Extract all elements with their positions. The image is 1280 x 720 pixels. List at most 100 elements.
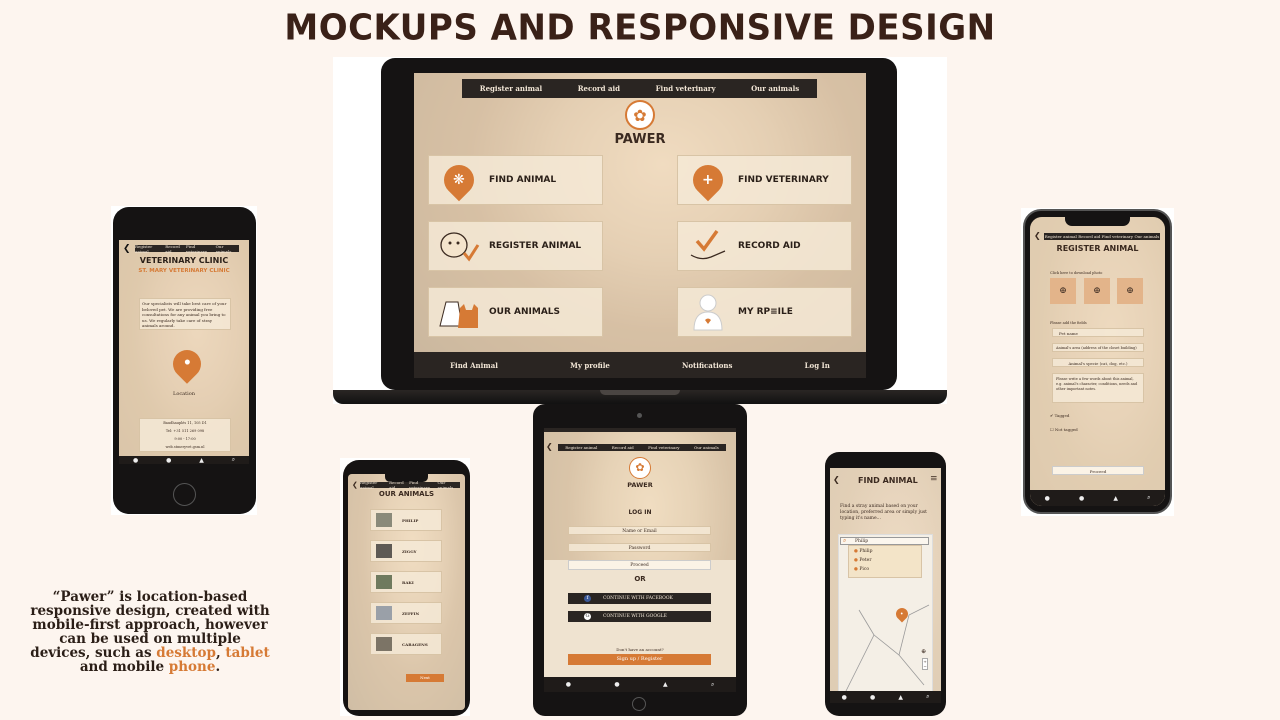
- bell-icon[interactable]: ▲: [663, 681, 668, 688]
- list-item[interactable]: ● Peter: [854, 556, 873, 565]
- card-record-aid[interactable]: RECORD AID: [677, 221, 852, 271]
- register-bottom-nav: ● ● ▲ ⌕: [1030, 490, 1165, 506]
- area-field[interactable]: Animal's area (address of the closet bui…: [1052, 343, 1144, 352]
- notch: [1065, 217, 1130, 226]
- profile-icon[interactable]: ●: [870, 694, 875, 701]
- login-title: LOG IN: [628, 509, 652, 516]
- card-our-animals[interactable]: OUR ANIMALS: [428, 287, 603, 337]
- list-item[interactable]: ● Pico: [854, 565, 873, 574]
- not-tagged-option[interactable]: ☐ Not tagged: [1050, 427, 1078, 432]
- nav-our-animals[interactable]: Our animals: [751, 84, 799, 93]
- nav-notifications[interactable]: Notifications: [682, 361, 732, 370]
- signup-button[interactable]: Sign up / Register: [568, 654, 711, 665]
- menu-icon[interactable]: ≡: [930, 474, 938, 484]
- tablet-nav: Register animal Record aid Find veterinary…: [558, 444, 726, 451]
- facebook-icon: f: [584, 595, 591, 602]
- map-pin-icon[interactable]: ●: [1045, 495, 1050, 502]
- map-pin-icon[interactable]: ●: [566, 681, 571, 688]
- back-arrow-icon[interactable]: ❮: [833, 475, 840, 484]
- back-arrow-icon[interactable]: ❮: [546, 442, 553, 451]
- bell-icon[interactable]: ▲: [1113, 495, 1118, 502]
- bell-icon[interactable]: ▲: [199, 457, 204, 464]
- location-label: Location: [173, 391, 195, 397]
- search-icon[interactable]: ⌕: [232, 456, 235, 464]
- profile-icon: [693, 294, 723, 331]
- home-button[interactable]: [173, 483, 196, 506]
- clinic-subtitle: ST. MARY VETERINARY CLINIC: [138, 268, 230, 274]
- clinic-address: Baudhauplés 11, 105 D1 Tel: +31 511 269 …: [139, 418, 231, 452]
- nav-log-in[interactable]: Log In: [805, 361, 830, 370]
- search-input[interactable]: Philip: [840, 537, 929, 545]
- find-title: FIND ANIMAL: [858, 476, 918, 485]
- list-item[interactable]: PHILIP: [370, 509, 442, 531]
- animals-nav: Register animal Record aid Find veterinary…: [360, 480, 460, 490]
- fill-hint: Please add the fields: [1050, 321, 1087, 325]
- add-photo-button[interactable]: ⊕: [1084, 278, 1110, 304]
- list-item[interactable]: CARAGENS: [370, 633, 442, 655]
- nav-register-animal[interactable]: Register animal: [480, 84, 542, 93]
- no-account-text: Don't have an account?: [616, 647, 664, 652]
- card-my-profile[interactable]: MY RP≡ILE: [677, 287, 852, 337]
- search-icon[interactable]: ⌕: [1147, 494, 1150, 502]
- specie-field[interactable]: Animal's specie (cat, dog, etc.): [1052, 358, 1144, 367]
- card-find-veterinary[interactable]: + FIND VETERINARY: [677, 155, 852, 205]
- caption-text: “Pawer” is location-based responsive des…: [30, 589, 270, 675]
- back-arrow-icon[interactable]: ❮: [1034, 231, 1041, 240]
- nav-record-aid[interactable]: Record aid: [578, 84, 620, 93]
- back-arrow-icon[interactable]: ❮: [352, 481, 358, 489]
- card-register-animal[interactable]: REGISTER ANIMAL: [428, 221, 603, 271]
- list-item[interactable]: RAKI: [370, 571, 442, 593]
- card-find-animal[interactable]: ❋ FIND ANIMAL: [428, 155, 603, 205]
- locate-icon[interactable]: ⊕: [921, 648, 926, 655]
- map-pin-icon[interactable]: ●: [133, 457, 138, 464]
- tablet-screen: ❮ Register animal Record aid Find veterina…: [544, 428, 736, 692]
- laptop-bottom-nav: Find Animal My profile Notifications Log…: [414, 352, 866, 378]
- home-button[interactable]: [632, 697, 646, 711]
- next-button[interactable]: Next: [406, 674, 444, 682]
- or-divider: OR: [634, 575, 646, 583]
- clinic-nav: Register animal Record aid Find veterinary…: [135, 244, 239, 254]
- google-button[interactable]: G CONTINUE WITH GOOGLE: [568, 611, 711, 622]
- hand-check-icon: [690, 229, 726, 260]
- nav-my-profile[interactable]: My profile: [570, 361, 610, 370]
- clinic-description: Our specialists will take best care of y…: [139, 298, 231, 330]
- animal-photo: [376, 544, 392, 558]
- clinic-title: VETERINARY CLINIC: [139, 256, 229, 265]
- list-item[interactable]: ZEFFIN: [370, 602, 442, 624]
- logo-text: PAWER: [614, 132, 666, 147]
- profile-icon[interactable]: ●: [614, 681, 619, 688]
- profile-icon[interactable]: ●: [166, 457, 171, 464]
- animal-photo: [376, 513, 392, 527]
- laptop-screen: Register animal Record aid Find veterina…: [414, 73, 866, 378]
- add-photo-button[interactable]: ⊕: [1117, 278, 1143, 304]
- find-description: Find a stray animal based on your locati…: [840, 504, 927, 521]
- dog-check-icon: [440, 232, 480, 262]
- pet-name-field[interactable]: Pet name: [1052, 328, 1144, 337]
- zoom-control[interactable]: + −: [922, 658, 928, 670]
- animal-photo: [376, 606, 392, 620]
- proceed-button[interactable]: Proceed: [1052, 466, 1144, 475]
- name-field[interactable]: Name or Email: [568, 526, 711, 535]
- nav-find-veterinary[interactable]: Find veterinary: [656, 84, 716, 93]
- phone-clinic-screen: ❮ Register animal Record aid Find veterina…: [119, 240, 249, 464]
- back-arrow-icon[interactable]: ❮: [123, 244, 131, 254]
- laptop-notch: [600, 390, 680, 395]
- search-icon[interactable]: ⌕: [711, 681, 714, 689]
- notes-field[interactable]: Please write a few words about this anim…: [1052, 373, 1144, 403]
- password-field[interactable]: Password: [568, 543, 711, 552]
- animals-title: OUR ANIMALS: [378, 490, 435, 498]
- facebook-button[interactable]: f CONTINUE WITH FACEBOOK: [568, 593, 711, 604]
- laptop-top-nav: Register animal Record aid Find veterina…: [462, 79, 817, 98]
- cat-dog-icon: [439, 301, 478, 328]
- proceed-button[interactable]: Proceed: [568, 560, 711, 570]
- bell-icon[interactable]: ▲: [898, 694, 903, 701]
- search-icon[interactable]: ⌕: [926, 693, 929, 701]
- list-item[interactable]: ZIGGY: [370, 540, 442, 562]
- nav-find-animal[interactable]: Find Animal: [450, 361, 498, 370]
- tagged-option[interactable]: ✔ Tagged: [1050, 413, 1069, 418]
- list-item[interactable]: ● Philip: [854, 547, 873, 556]
- map-pin-icon[interactable]: ●: [842, 694, 847, 701]
- profile-icon[interactable]: ●: [1079, 495, 1084, 502]
- animal-photo: [376, 637, 392, 651]
- add-photo-button[interactable]: ⊕: [1050, 278, 1076, 304]
